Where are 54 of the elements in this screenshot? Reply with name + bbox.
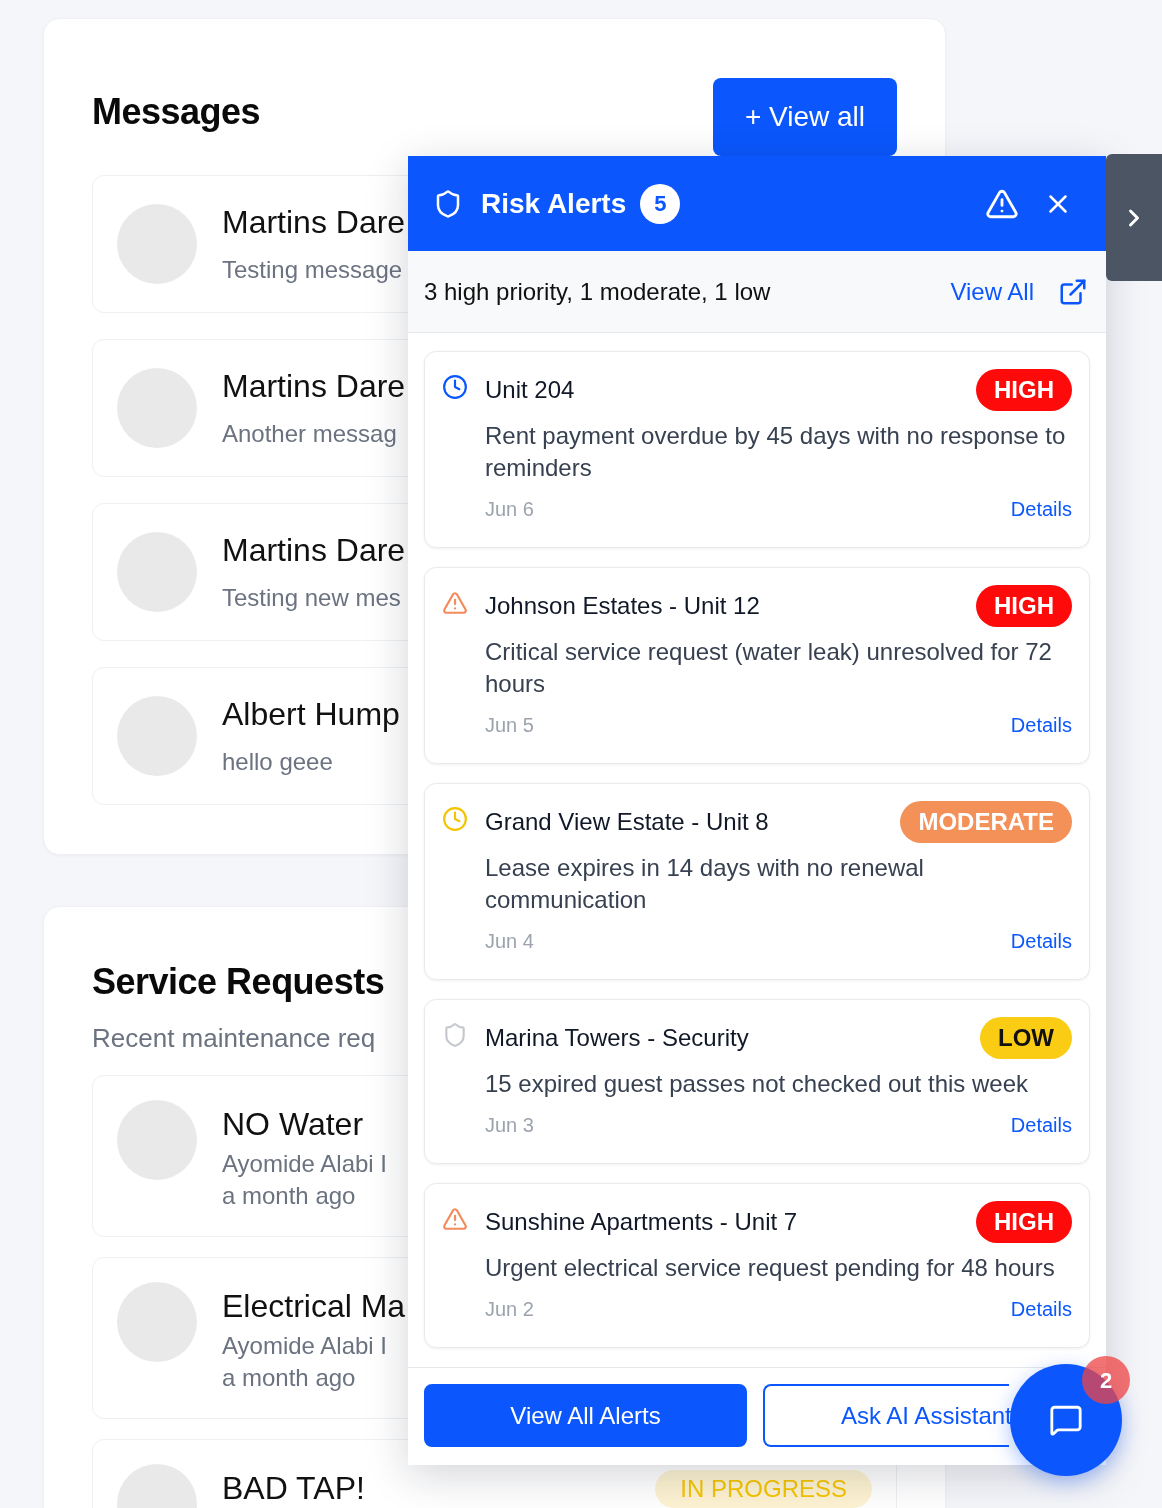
alert-date: Jun 6 — [485, 497, 534, 522]
request-author: Ayomide Alabi I — [222, 1149, 387, 1179]
alert-description: Lease expires in 14 days with no renewal communication — [485, 853, 925, 915]
severity-badge: LOW — [980, 1017, 1072, 1059]
request-title: Electrical Ma — [222, 1288, 406, 1324]
details-link[interactable]: Details — [1010, 1296, 1072, 1322]
message-preview: Testing message — [222, 255, 403, 285]
ask-ai-assistant-button[interactable]: Ask AI Assistant — [763, 1384, 1009, 1447]
request-title: BAD TAP! — [222, 1470, 365, 1506]
details-link[interactable]: Details — [1010, 1112, 1072, 1138]
alert-date: Jun 2 — [485, 1297, 534, 1322]
notification-badge: 2 — [1082, 1356, 1130, 1404]
alert-title: Johnson Estates - Unit 12 — [485, 591, 760, 621]
sender-name: Martins Dare — [222, 203, 406, 242]
external-link-icon — [1058, 276, 1088, 307]
message-preview: hello geee — [222, 747, 333, 777]
chat-bubble-icon — [1049, 1403, 1083, 1437]
sender-name: Martins Dare — [222, 531, 406, 570]
alert-description: Rent payment overdue by 45 days with no response to reminders — [485, 421, 1067, 483]
section-title: Service Requests — [92, 960, 385, 1004]
view-all-alerts-button[interactable]: View All Alerts — [424, 1384, 747, 1447]
alert-description: Urgent electrical service request pending for 48 hours — [485, 1253, 1056, 1283]
alert-title: Sunshine Apartments - Unit 7 — [485, 1207, 798, 1237]
request-time: a month ago — [222, 1363, 356, 1393]
alert-description: Critical service request (water leak) unresolved for 72 hours — [485, 637, 1053, 699]
request-title: NO Water — [222, 1106, 364, 1142]
severity-badge: HIGH — [976, 1201, 1072, 1243]
details-link[interactable]: Details — [1010, 928, 1072, 954]
section-subtitle: Recent maintenance req — [92, 1022, 376, 1054]
request-author: Ayomide Alabi I — [222, 1331, 387, 1361]
count-badge: 5 — [640, 183, 681, 224]
details-link[interactable]: Details — [1010, 496, 1072, 522]
message-preview: Testing new mes — [222, 583, 401, 613]
details-link[interactable]: Details — [1010, 712, 1072, 738]
sender-name: Albert Hump — [222, 695, 400, 734]
alert-title: Unit 204 — [485, 375, 575, 405]
severity-badge: HIGH — [976, 585, 1072, 627]
alert-date: Jun 5 — [485, 713, 534, 738]
message-preview: Another messag — [222, 419, 397, 449]
alert-date: Jun 3 — [485, 1113, 534, 1138]
section-title: Messages — [92, 90, 261, 134]
severity-badge: HIGH — [976, 369, 1072, 411]
sender-name: Martins Dare — [222, 367, 406, 406]
summary-text: 3 high priority, 1 moderate, 1 low — [424, 276, 771, 307]
alert-date: Jun 4 — [485, 929, 534, 954]
status-badge: IN PROGRESS — [655, 1470, 872, 1508]
view-all-link[interactable]: View All — [950, 275, 1088, 308]
view-all-button[interactable]: + View all — [713, 78, 897, 156]
severity-badge: MODERATE — [900, 801, 1072, 843]
request-time: a month ago — [222, 1181, 356, 1211]
alert-description: 15 expired guest passes not checked out this week — [485, 1069, 1029, 1099]
panel-title: Risk Alerts — [481, 186, 627, 221]
alert-title: Grand View Estate - Unit 8 — [485, 807, 769, 837]
alert-title: Marina Towers - Security — [485, 1023, 749, 1053]
